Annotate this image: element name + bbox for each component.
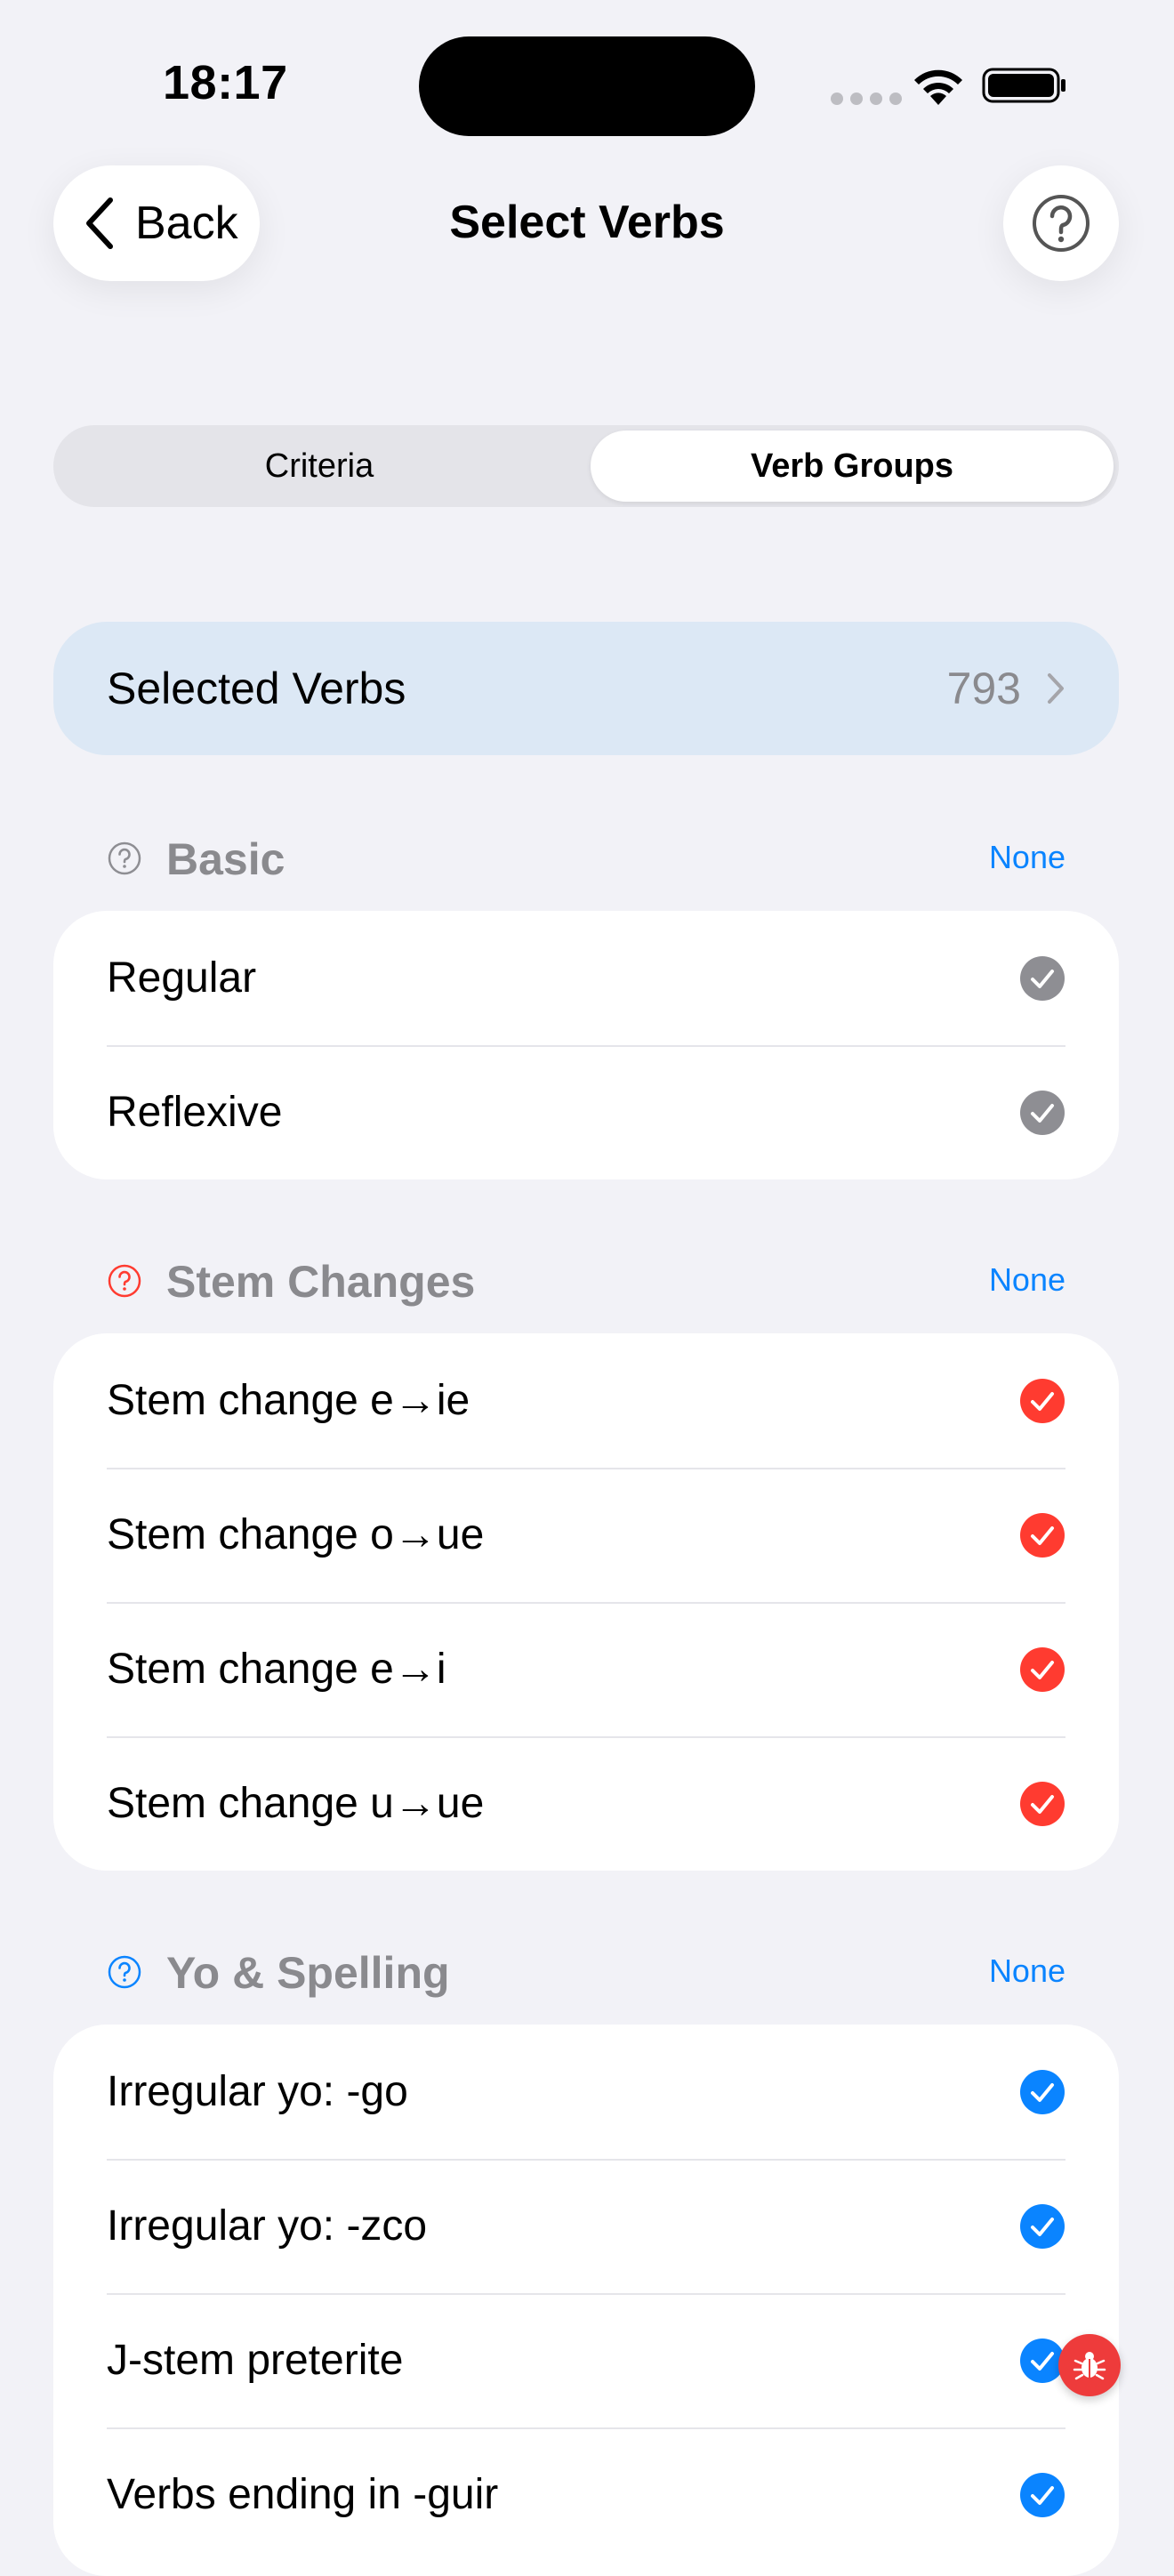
checkmark-circle-icon (1020, 2069, 1065, 2114)
cellular-signal-icon (831, 93, 902, 105)
list-item-label: Irregular yo: -zco (107, 2202, 428, 2250)
battery-icon (982, 68, 1065, 103)
section-title: Yo & Spelling (166, 1948, 450, 1998)
yo-spelling-none-button[interactable]: None (989, 1952, 1065, 1990)
list-item-label: Stem change u→ue (107, 1780, 485, 1827)
checkmark-circle-icon (1020, 1781, 1065, 1826)
list-item[interactable]: Irregular yo: -go (53, 2025, 1119, 2159)
basic-list: Regular Reflexive (53, 911, 1119, 1179)
checkmark-circle-icon (1020, 2472, 1065, 2517)
tab-verb-groups[interactable]: Verb Groups (591, 431, 1114, 502)
list-item[interactable]: Irregular yo: -zco (53, 2159, 1119, 2293)
section-title: Stem Changes (166, 1257, 476, 1307)
question-circle-icon[interactable] (107, 1954, 142, 1990)
checkmark-circle-icon (1020, 2203, 1065, 2249)
tab-criteria[interactable]: Criteria (53, 425, 585, 507)
stem-changes-none-button[interactable]: None (989, 1261, 1065, 1299)
list-item-label: Irregular yo: -go (107, 2068, 408, 2115)
checkmark-circle-icon (1020, 1512, 1065, 1558)
list-item-label: Regular (107, 954, 257, 1002)
wifi-icon (914, 69, 962, 105)
section-header-basic: Basic None (53, 830, 1119, 884)
list-item[interactable]: Stem change u→ue (53, 1736, 1119, 1871)
section-header-stem-changes: Stem Changes None (53, 1252, 1119, 1307)
section-title: Basic (166, 834, 285, 884)
list-item-label: Stem change o→ue (107, 1511, 485, 1558)
question-circle-icon (1033, 195, 1090, 252)
segmented-control: Criteria Verb Groups (53, 425, 1119, 507)
checkmark-circle-icon (1020, 955, 1065, 1001)
selected-verbs-count: 793 (946, 664, 1021, 713)
question-circle-icon[interactable] (107, 841, 142, 876)
stem-changes-list: Stem change e→ie Stem change o→ue Stem c… (53, 1333, 1119, 1871)
bug-icon (1073, 2352, 1106, 2380)
basic-none-button[interactable]: None (989, 839, 1065, 876)
list-item[interactable]: Regular (53, 911, 1119, 1045)
checkmark-circle-icon (1020, 1646, 1065, 1692)
list-item[interactable]: Stem change o→ue (53, 1468, 1119, 1602)
question-circle-icon[interactable] (107, 1263, 142, 1299)
list-item-label: J-stem preterite (107, 2337, 404, 2384)
checkmark-circle-icon (1020, 1378, 1065, 1423)
dynamic-island (419, 36, 755, 136)
help-button[interactable] (1003, 165, 1119, 281)
page-title: Select Verbs (449, 197, 725, 248)
yo-spelling-list: Irregular yo: -go Irregular yo: -zco J-s… (53, 2025, 1119, 2576)
chevron-right-icon (1048, 673, 1064, 704)
list-item[interactable]: Verbs ending in -guir (53, 2427, 1119, 2562)
list-item[interactable]: J-stem preterite (53, 2293, 1119, 2427)
list-item[interactable]: Stem change e→ie (53, 1333, 1119, 1468)
section-header-yo-spelling: Yo & Spelling None (53, 1944, 1119, 1998)
list-item-label: Verbs ending in -guir (107, 2471, 499, 2518)
selected-verbs-label: Selected Verbs (107, 664, 406, 713)
checkmark-circle-icon (1020, 1090, 1065, 1135)
list-item-label: Stem change e→ie (107, 1377, 470, 1424)
list-item[interactable]: Reflexive (53, 1045, 1119, 1179)
list-item-label: Stem change e→i (107, 1646, 446, 1693)
list-item-label: Reflexive (107, 1089, 283, 1136)
list-item[interactable]: Stem change e→i (53, 1602, 1119, 1736)
status-bar: 18:17 (0, 0, 1174, 169)
status-time: 18:17 (163, 56, 288, 109)
debug-button[interactable] (1058, 2334, 1121, 2396)
selected-verbs-row[interactable]: Selected Verbs 793 (53, 622, 1119, 755)
